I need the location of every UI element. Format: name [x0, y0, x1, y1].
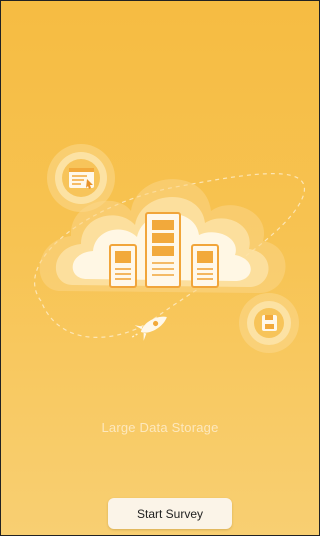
- onboarding-tagline: Large Data Storage: [101, 420, 219, 435]
- floppy-disk-icon: [239, 293, 299, 353]
- rocket-icon: [130, 316, 167, 341]
- onboarding-screen: Large Data Storage Start Survey: [0, 0, 320, 536]
- browser-window-icon: [47, 144, 115, 212]
- cloud-storage-illustration: [34, 144, 305, 353]
- start-survey-button[interactable]: Start Survey: [108, 498, 232, 529]
